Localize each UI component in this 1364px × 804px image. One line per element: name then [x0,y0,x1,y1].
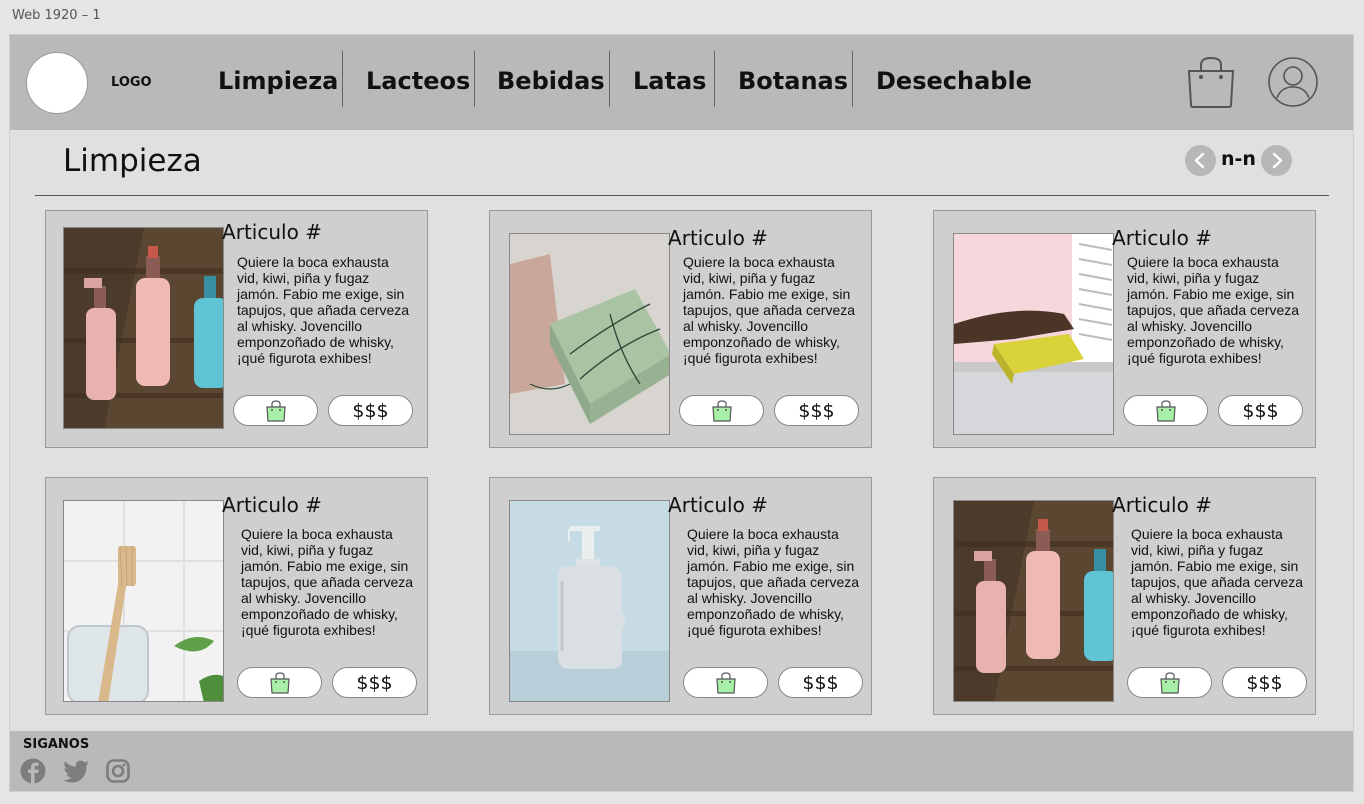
product-image[interactable] [509,500,670,702]
facebook-icon[interactable] [20,758,46,784]
price-button[interactable]: $$$ [1218,395,1303,426]
frame-label: Web 1920 – 1 [12,8,101,23]
add-to-cart-button[interactable] [683,667,768,698]
shopping-bag-icon [265,399,286,422]
add-to-cart-button[interactable] [233,395,318,426]
product-card[interactable]: Articulo # Quiere la boca exhausta vid, k… [489,210,872,448]
product-card[interactable]: Articulo # Quiere la boca exhausta vid, k… [489,477,872,715]
price-label: $$$ [802,671,839,694]
logo-label: LOGO [111,75,152,90]
nav-divider [714,51,715,107]
add-to-cart-button[interactable] [679,395,764,426]
product-title: Articulo # [668,493,768,517]
nav-item-latas[interactable]: Latas [633,67,706,95]
shopping-bag-icon [1159,671,1180,694]
nav-divider [342,51,343,107]
chevron-right-icon [1272,152,1283,169]
product-title: Articulo # [222,493,322,517]
next-page-button[interactable] [1261,145,1292,176]
shopping-bag-icon [269,671,290,694]
product-card[interactable]: Articulo # Quiere la boca exhausta vid, k… [933,210,1316,448]
product-image[interactable] [953,500,1114,702]
product-card[interactable]: Articulo # Quiere la boca exhausta vid, k… [933,477,1316,715]
shopping-bag-icon [715,671,736,694]
section-divider [35,195,1329,196]
pager-label: n-n [1221,148,1256,170]
product-title: Articulo # [1112,493,1212,517]
product-image[interactable] [953,233,1114,435]
product-card[interactable]: Articulo # Quiere la boca exhausta vid, k… [45,210,428,448]
section-title: Limpieza [63,143,202,179]
product-title: Articulo # [222,220,322,244]
product-description: Quiere la boca exhausta vid, kiwi, piña … [1127,254,1300,366]
product-description: Quiere la boca exhausta vid, kiwi, piña … [687,526,860,638]
price-button[interactable]: $$$ [1222,667,1307,698]
price-label: $$$ [356,671,393,694]
price-button[interactable]: $$$ [328,395,413,426]
price-button[interactable]: $$$ [332,667,417,698]
product-image[interactable] [509,233,670,435]
price-button[interactable]: $$$ [774,395,859,426]
product-title: Articulo # [1112,226,1212,250]
price-label: $$$ [1246,671,1283,694]
header: LOGO Limpieza Lacteos Bebidas Latas Bota… [10,35,1353,130]
prev-page-button[interactable] [1185,145,1216,176]
add-to-cart-button[interactable] [1123,395,1208,426]
product-image[interactable] [63,500,224,702]
product-image[interactable] [63,227,224,429]
product-title: Articulo # [668,226,768,250]
nav-item-lacteos[interactable]: Lacteos [366,67,470,95]
nav-divider [852,51,853,107]
user-icon[interactable] [1267,56,1319,108]
nav-divider [609,51,610,107]
product-card[interactable]: Articulo # Quiere la boca exhausta vid, k… [45,477,428,715]
web-page-frame: LOGO Limpieza Lacteos Bebidas Latas Bota… [9,34,1354,792]
price-label: $$$ [352,399,389,422]
add-to-cart-button[interactable] [1127,667,1212,698]
price-button[interactable]: $$$ [778,667,863,698]
nav-item-botanas[interactable]: Botanas [738,67,848,95]
price-label: $$$ [1242,399,1279,422]
footer-title: SIGANOS [23,737,90,752]
footer: SIGANOS [10,731,1353,791]
nav-item-desechable[interactable]: Desechable [876,67,1032,95]
product-description: Quiere la boca exhausta vid, kiwi, piña … [241,526,414,638]
add-to-cart-button[interactable] [237,667,322,698]
price-label: $$$ [798,399,835,422]
shopping-bag-icon [1155,399,1176,422]
shopping-bag-icon[interactable] [1185,55,1237,109]
product-description: Quiere la boca exhausta vid, kiwi, piña … [1131,526,1304,638]
nav-item-bebidas[interactable]: Bebidas [497,67,605,95]
twitter-icon[interactable] [62,758,90,784]
chevron-left-icon [1194,152,1205,169]
instagram-icon[interactable] [106,758,130,784]
product-description: Quiere la boca exhausta vid, kiwi, piña … [683,254,856,366]
logo-placeholder[interactable] [26,52,88,114]
nav-item-limpieza[interactable]: Limpieza [218,67,338,95]
product-description: Quiere la boca exhausta vid, kiwi, piña … [237,254,410,366]
nav-divider [474,51,475,107]
shopping-bag-icon [711,399,732,422]
